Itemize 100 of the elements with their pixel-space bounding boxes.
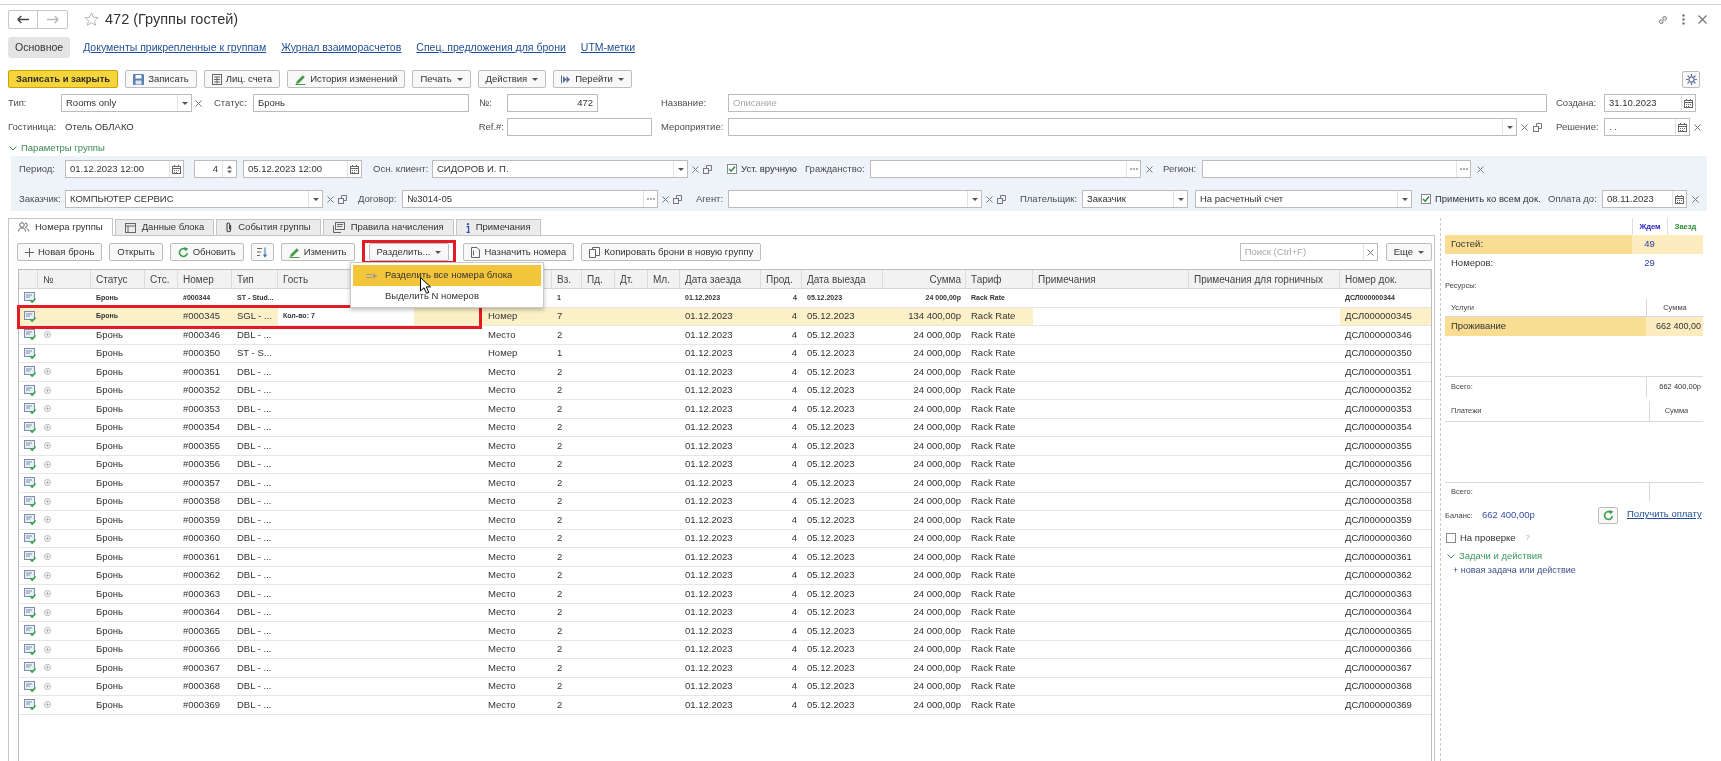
circle-plus-icon[interactable] [44, 534, 51, 542]
caret-icon[interactable] [1177, 197, 1184, 201]
menu-item[interactable]: Разделить все номера блока [353, 265, 541, 286]
client-field[interactable]: СИДОРОВ И. П. [432, 160, 688, 178]
clear-icon[interactable] [1692, 195, 1699, 203]
region-field[interactable] [1202, 160, 1471, 178]
circle-plus-icon[interactable] [44, 442, 51, 450]
calendar-icon[interactable] [1678, 122, 1687, 132]
overlapping-squares-icon[interactable] [338, 194, 347, 204]
clear-icon[interactable] [1146, 165, 1153, 173]
circle-plus-icon[interactable] [44, 423, 51, 431]
caret-icon[interactable] [971, 197, 978, 201]
clear-icon[interactable] [1521, 123, 1528, 131]
clear-icon[interactable] [327, 195, 334, 203]
overlapping-squares-icon[interactable] [703, 164, 712, 174]
table-row[interactable]: Бронь #000367 DBL - ... Место 2 01.12.2023 4 05.12.2023 24 000,00р Rack Rate ДСЛ000000367 [19, 659, 1431, 678]
section-tab[interactable]: Спец. предложения для брони [414, 37, 568, 58]
column-header[interactable]: Примечания для горничных [1189, 270, 1340, 288]
section-tab[interactable]: Журнал взаиморасчетов [279, 37, 404, 58]
column-header[interactable]: Номер док. [1340, 270, 1431, 288]
calendar-icon[interactable] [1684, 98, 1693, 108]
event-field[interactable] [728, 118, 1517, 136]
circle-plus-icon[interactable] [44, 645, 51, 653]
close-icon[interactable] [1698, 15, 1707, 24]
circle-plus-icon[interactable] [44, 386, 51, 394]
table-row[interactable]: Бронь #000365 DBL - ... Место 2 01.12.2023 4 05.12.2023 24 000,00р Rack Rate ДСЛ000000365 [19, 622, 1431, 641]
end-date-field[interactable]: 05.12.2023 12:00 [243, 160, 362, 178]
caret-icon[interactable] [677, 167, 684, 171]
overlapping-squares-icon[interactable] [1533, 122, 1542, 132]
clear-icon[interactable] [1694, 123, 1701, 131]
column-header[interactable]: Мл. [648, 270, 680, 288]
clear-icon[interactable] [195, 99, 202, 107]
section-tab[interactable]: Основное [8, 37, 71, 58]
caret-icon[interactable] [435, 250, 442, 254]
caret-icon[interactable] [181, 101, 188, 105]
citizenship-field[interactable] [870, 160, 1141, 178]
toolbar-button[interactable]: Копировать брони в новую группу [581, 243, 762, 261]
circle-plus-icon[interactable] [44, 608, 51, 616]
table-row[interactable]: Бронь #000369 DBL - ... Место 2 01.12.2023 4 05.12.2023 24 000,00р Rack Rate ДСЛ000000369 [19, 696, 1431, 715]
column-header[interactable]: Пд. [582, 270, 615, 288]
circle-plus-icon[interactable] [44, 460, 51, 468]
column-header[interactable]: Сумма [883, 270, 966, 288]
ref-field[interactable] [507, 118, 652, 136]
calendar-icon[interactable] [172, 164, 181, 174]
column-header[interactable]: Стс. [145, 270, 178, 288]
summary-row[interactable]: Гостей: 49 [1445, 235, 1703, 254]
caret-icon[interactable] [1418, 250, 1424, 254]
clear-icon[interactable] [692, 165, 699, 173]
section-tab[interactable]: UTM-метки [578, 37, 638, 58]
new-task-link[interactable]: + новая задача или действие [1453, 564, 1576, 578]
column-header[interactable]: Вз. [552, 270, 582, 288]
table-row[interactable]: Бронь #000355 DBL - ... Место 2 01.12.2023 4 05.12.2023 24 000,00р Rack Rate ДСЛ000000355 [19, 437, 1431, 456]
column-header[interactable]: Номер [178, 270, 232, 288]
overlapping-squares-icon[interactable] [673, 194, 682, 204]
tab[interactable]: Номера группы [8, 218, 113, 236]
section-toggle[interactable]: Задачи и действия [1447, 550, 1543, 562]
decision-date-field[interactable]: . . [1604, 118, 1690, 136]
icon-button[interactable] [250, 243, 274, 261]
calendar-icon[interactable] [1675, 194, 1684, 204]
table-row[interactable]: Бронь #000361 DBL - ... Место 2 01.12.2023 4 05.12.2023 24 000,00р Rack Rate ДСЛ000000361 [19, 548, 1431, 567]
table-row[interactable]: Бронь #000353 DBL - ... Место 2 01.12.2023 4 05.12.2023 24 000,00р Rack Rate ДСЛ000000353 [19, 400, 1431, 419]
settings-button[interactable] [1682, 70, 1700, 88]
clear-icon[interactable] [662, 195, 669, 203]
toolbar-button[interactable]: Записать [125, 70, 197, 88]
table-row[interactable]: Бронь #000351 DBL - ... Место 2 01.12.2023 4 05.12.2023 24 000,00р Rack Rate ДСЛ000000351 [19, 363, 1431, 382]
payment-method-field[interactable]: На расчетный счет [1195, 190, 1412, 208]
toolbar-button[interactable]: Печать [412, 70, 471, 88]
table-row[interactable]: Бронь #000359 DBL - ... Место 2 01.12.2023 4 05.12.2023 24 000,00р Rack Rate ДСЛ000000359 [19, 511, 1431, 530]
circle-plus-icon[interactable] [44, 627, 51, 635]
circle-plus-icon[interactable] [44, 682, 51, 690]
overlapping-squares-icon[interactable] [997, 194, 1006, 204]
caret-icon[interactable] [617, 77, 624, 81]
tab[interactable]: События группы [216, 219, 321, 236]
toolbar-button[interactable]: Изменить [280, 243, 355, 261]
circle-plus-icon[interactable] [44, 516, 51, 524]
checkbox[interactable] [727, 164, 737, 174]
payer-field[interactable]: Заказчик [1082, 190, 1188, 208]
toolbar-button[interactable]: Лиц. счета [203, 70, 281, 88]
tab[interactable]: Примечания [455, 219, 541, 236]
clear-icon[interactable] [1366, 248, 1374, 256]
column-header[interactable]: Примечания [1033, 270, 1189, 288]
circle-plus-icon[interactable] [44, 479, 51, 487]
back-button[interactable] [8, 10, 38, 29]
clear-icon[interactable] [986, 195, 993, 203]
tab[interactable]: Данные блока [114, 219, 215, 236]
clear-icon[interactable] [1477, 165, 1484, 173]
tab[interactable]: Правила начисления [322, 219, 454, 236]
column-header[interactable]: Прод. [761, 270, 802, 288]
column-header[interactable]: Дата заезда [680, 270, 761, 288]
caret-icon[interactable] [312, 197, 319, 201]
more-icon[interactable] [1682, 14, 1685, 25]
table-row[interactable]: Бронь #000346 DBL - ... Место 2 01.12.2023 4 05.12.2023 24 000,00р Rack Rate ДСЛ000000346 [19, 326, 1431, 345]
table-row[interactable]: Бронь #000357 DBL - ... Место 2 01.12.2023 4 05.12.2023 24 000,00р Rack Rate ДСЛ000000357 [19, 474, 1431, 493]
star-icon[interactable] [84, 12, 99, 27]
toolbar-button[interactable]: Перейти [553, 70, 632, 88]
agent-field[interactable] [728, 190, 982, 208]
start-date-field[interactable]: 01.12.2023 12:00 [65, 160, 184, 178]
circle-plus-icon[interactable] [44, 590, 51, 598]
column-header[interactable]: № [38, 270, 91, 288]
type-field[interactable]: Rooms only [61, 94, 192, 112]
